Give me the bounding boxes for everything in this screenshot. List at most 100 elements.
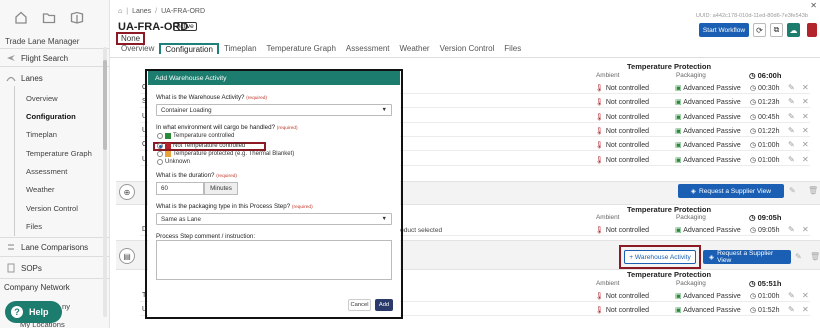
request-supplier-view-button[interactable]: ◈ Request a Supplier View bbox=[678, 184, 784, 198]
edit-icon[interactable]: ✎ bbox=[788, 112, 795, 121]
edit-icon[interactable]: ✎ bbox=[789, 186, 796, 195]
status-badge: Active bbox=[173, 22, 197, 31]
home-icon[interactable] bbox=[14, 11, 28, 24]
sidebar-item-label: Lanes bbox=[21, 73, 43, 83]
warehouse-step-icon[interactable]: ▤ bbox=[119, 248, 135, 264]
comment-textarea[interactable] bbox=[156, 240, 392, 280]
document-icon bbox=[7, 263, 15, 273]
delete-icon[interactable]: ✕ bbox=[802, 97, 809, 106]
sidebar-item-flight-search[interactable]: Flight Search bbox=[0, 53, 110, 63]
packaging-header: Packaging bbox=[676, 214, 706, 221]
add-step-icon[interactable]: ⊕ bbox=[119, 184, 135, 200]
add-button[interactable]: Add bbox=[375, 299, 393, 311]
orange-square-icon bbox=[165, 151, 171, 157]
time-cell: ◷ 01:00h bbox=[750, 142, 780, 150]
delete-icon[interactable]: 🗑 bbox=[808, 186, 818, 195]
activity-question: What is the Warehouse Activity? (require… bbox=[156, 94, 268, 101]
sidebar-item-lanes[interactable]: Lanes bbox=[0, 73, 110, 83]
tab-assessment[interactable]: Assessment bbox=[341, 43, 395, 54]
breadcrumb-root[interactable]: Lanes bbox=[132, 8, 151, 15]
sidebar-item-lane-comparisons[interactable]: Lane Comparisons bbox=[0, 242, 110, 252]
delete-icon[interactable]: 🗑 bbox=[810, 252, 820, 261]
box-icon: ▣ bbox=[675, 227, 682, 234]
edit-icon[interactable]: ✎ bbox=[788, 83, 795, 92]
packaging-cell: ▣ Advanced Passive bbox=[675, 127, 741, 135]
activity-select[interactable]: Container Loading ▼ bbox=[156, 104, 392, 116]
tab-overview[interactable]: Overview bbox=[116, 43, 159, 54]
time-cell: ◷ 01:00h bbox=[750, 293, 780, 300]
cancel-button[interactable]: Cancel bbox=[348, 299, 371, 311]
sidebar-sub-overview[interactable]: Overview bbox=[26, 94, 58, 103]
thermometer-icon: 🌡 bbox=[595, 156, 604, 164]
refresh-icon[interactable]: ⟳ bbox=[753, 23, 766, 37]
ambient-cell: 🌡 Not controlled bbox=[595, 99, 650, 107]
sidebar-sub-partial[interactable]: ny bbox=[62, 302, 70, 311]
tab-files[interactable]: Files bbox=[499, 43, 526, 54]
duration-input[interactable]: 60 bbox=[156, 182, 204, 195]
delete-button[interactable] bbox=[807, 23, 817, 37]
delete-icon[interactable]: ✕ bbox=[802, 155, 809, 164]
delete-icon[interactable]: ✕ bbox=[802, 305, 809, 314]
radio-not-temperature-controlled[interactable]: Not Temperature controlled bbox=[157, 143, 245, 149]
temp-protection-header: Temperature Protection bbox=[627, 62, 712, 71]
delete-icon[interactable]: ✕ bbox=[802, 112, 809, 121]
time-cell: ◷ 01:23h bbox=[750, 99, 780, 107]
radio-unknown[interactable]: Unknown bbox=[157, 159, 190, 165]
radio-temperature-controlled[interactable]: Temperature controlled bbox=[157, 133, 234, 139]
edit-icon[interactable]: ✎ bbox=[788, 140, 795, 149]
shipment-icon[interactable] bbox=[70, 11, 84, 24]
sidebar-sub-configuration[interactable]: Configuration bbox=[26, 112, 76, 121]
box-icon: ▣ bbox=[675, 85, 682, 92]
edit-icon[interactable]: ✎ bbox=[788, 126, 795, 135]
tab-temperature-graph[interactable]: Temperature Graph bbox=[262, 43, 341, 54]
folder-icon[interactable] bbox=[42, 11, 56, 24]
tab-version-control[interactable]: Version Control bbox=[435, 43, 500, 54]
sidebar-sub-assessment[interactable]: Assessment bbox=[26, 167, 67, 176]
packaging-cell: ▣ Advanced Passive bbox=[675, 293, 741, 300]
delete-icon[interactable]: ✕ bbox=[802, 126, 809, 135]
ambient-header: Ambient bbox=[596, 72, 620, 79]
thermometer-icon: 🌡 bbox=[595, 142, 604, 150]
sidebar-sub-version-control[interactable]: Version Control bbox=[26, 204, 78, 213]
breadcrumb-home-icon[interactable]: ⌂ bbox=[118, 8, 122, 15]
warehouse-activity-button[interactable]: + Warehouse Activity bbox=[624, 250, 696, 264]
edit-icon[interactable]: ✎ bbox=[788, 155, 795, 164]
delete-icon[interactable]: ✕ bbox=[802, 83, 809, 92]
sidebar-sub-files[interactable]: Files bbox=[26, 222, 42, 231]
time-cell: ◷ 09:05h bbox=[750, 227, 780, 234]
edit-icon[interactable]: ✎ bbox=[788, 291, 795, 300]
sidebar-sub-weather[interactable]: Weather bbox=[26, 185, 55, 194]
cloud-icon[interactable]: ☁ bbox=[787, 23, 800, 37]
edit-icon[interactable]: ✎ bbox=[788, 305, 795, 314]
delete-icon[interactable]: ✕ bbox=[802, 140, 809, 149]
sidebar-sub-timeplan[interactable]: Timeplan bbox=[26, 130, 57, 139]
breadcrumb-current: UA-FRA-ORD bbox=[161, 8, 206, 15]
radio-temperature-protected[interactable]: Temperature protected (e.g. Thermal Blan… bbox=[157, 151, 294, 157]
start-workflow-button[interactable]: Start Workflow bbox=[699, 23, 749, 37]
sidebar-scrollbar-thumb[interactable] bbox=[103, 60, 107, 150]
divider bbox=[0, 48, 110, 49]
packaging-select[interactable]: Same as Lane ▼ bbox=[156, 213, 392, 225]
delete-icon[interactable]: ✕ bbox=[802, 291, 809, 300]
tab-weather[interactable]: Weather bbox=[395, 43, 435, 54]
sidebar-tree-line bbox=[14, 86, 15, 236]
tab-timeplan[interactable]: Timeplan bbox=[219, 43, 262, 54]
edit-icon[interactable]: ✎ bbox=[795, 252, 802, 261]
help-button[interactable]: ? Help bbox=[5, 301, 62, 323]
request-supplier-view-button[interactable]: ◈ Request a Supplier View bbox=[703, 250, 791, 264]
copy-icon[interactable]: ⧉ bbox=[770, 23, 783, 37]
box-icon: ▣ bbox=[675, 307, 682, 315]
comment-question: Process Step comment / instruction: bbox=[156, 233, 256, 240]
sidebar-sub-temperature-graph[interactable]: Temperature Graph bbox=[26, 149, 92, 158]
tab-configuration[interactable]: Configuration bbox=[159, 43, 219, 54]
plane-icon bbox=[7, 55, 15, 61]
handshake-icon: ◈ bbox=[709, 254, 715, 261]
close-icon[interactable]: ✕ bbox=[810, 1, 817, 10]
sidebar-item-label: Flight Search bbox=[21, 53, 69, 63]
box-icon: ▣ bbox=[675, 99, 682, 107]
sidebar-item-sops[interactable]: SOPs bbox=[0, 263, 110, 273]
edit-icon[interactable]: ✎ bbox=[788, 225, 795, 234]
edit-icon[interactable]: ✎ bbox=[788, 97, 795, 106]
delete-icon[interactable]: ✕ bbox=[802, 225, 809, 234]
ambient-cell: 🌡 Not controlled bbox=[595, 127, 650, 135]
